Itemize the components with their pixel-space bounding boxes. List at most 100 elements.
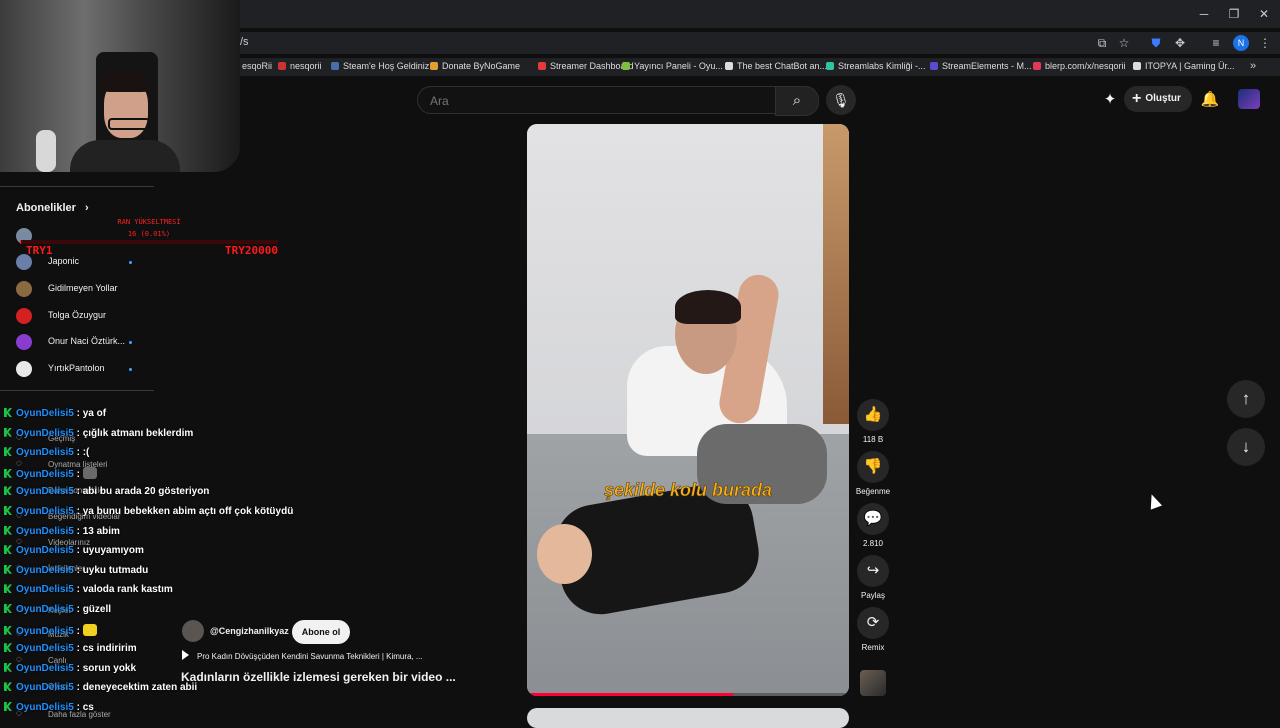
channel-avatar [16,334,32,351]
close-icon[interactable]: ✕ [1256,6,1272,22]
rank-start-label: TRY1 [26,244,53,257]
bookmark-item[interactable]: Streamer Dashboard [538,61,634,71]
chat-username: OyunDelisi5 [16,682,74,694]
video-person-hair [675,290,741,324]
subscription-name: Tolga Özuygur [48,309,107,320]
profile-avatar[interactable]: N [1233,35,1249,51]
bookmark-item[interactable]: Streamlabs Kimliği -... [826,61,926,71]
glasses [108,118,150,130]
bookmark-item[interactable]: blerp.com/x/nesqorii [1033,61,1126,71]
chat-username: OyunDelisi5 [16,447,74,459]
subscription-name: YırtıkPantolon [48,363,105,374]
channel-name[interactable]: @Cengizhanilkyaz [210,626,289,636]
plus-icon: + [1132,90,1142,107]
browser-menu-icon[interactable]: ⋮ [1257,35,1273,51]
chat-username: OyunDelisi5 [16,625,74,637]
video-progress-bar[interactable] [527,693,849,696]
sidebar-subscription[interactable]: YırtıkPantolon [16,361,156,381]
bookmark-favicon-icon [725,62,733,70]
channel-avatar [16,280,32,297]
chat-message: OyunDelisi5 : ya of [4,408,324,426]
bookmarks-bar: esqoRii nesqorii Steam'e Hoş Geldiniz Donat… [230,58,1280,76]
previous-short-button[interactable]: ↑ [1227,380,1265,418]
sidebar-subscription[interactable]: Gidilmeyen Yollar [16,280,156,301]
bookmark-star-icon[interactable]: ☆ [1116,35,1132,51]
notifications-bell-icon[interactable]: 🔔 [1199,89,1221,111]
search-box[interactable] [417,86,777,114]
share-button[interactable]: ↪ Paylaş [857,555,889,600]
extensions-puzzle-icon[interactable]: ✥ [1172,35,1188,51]
address-bar[interactable]: /s ⧉ ☆ ⛊ ✥ ≡ N ⋮ [230,32,1280,54]
mouse-cursor [1145,492,1163,510]
next-short-button[interactable]: ↓ [1227,428,1265,466]
search-button[interactable]: ⌕ [775,86,819,116]
voice-search-button[interactable]: 🎙 [826,85,856,115]
chat-username: OyunDelisi5 [16,662,74,674]
chat-message: OyunDelisi5 : cs [4,702,324,720]
sidebar-divider [0,186,154,187]
bookmark-item[interactable]: Donate ByNoGame [430,61,520,71]
microphone-icon: 🎙 [832,92,850,108]
media-control-icon[interactable]: ≡ [1208,35,1224,51]
extension-shield-icon[interactable]: ⛊ [1148,35,1164,51]
kick-badge-icon [4,506,12,515]
bookmark-label: ITOPYA | Gaming Ür... [1145,61,1235,71]
bookmark-label: Donate ByNoGame [442,61,521,71]
account-avatar[interactable] [1238,89,1260,109]
chat-text: güzell [82,604,112,615]
bookmark-favicon-icon [622,62,630,70]
chat-separator: : [73,682,83,694]
install-app-icon[interactable]: ⧉ [1094,35,1110,51]
bookmark-item[interactable]: Yayıncı Paneli - Oyu... [622,61,723,71]
microphone [36,130,56,172]
related-video-link[interactable]: Pro Kadın Dövüşçüden Kendini Savunma Tek… [182,650,423,661]
create-button[interactable]: + Oluştur [1124,86,1192,112]
chat-separator: : [73,408,83,419]
dislike-button[interactable]: 👎 Beğenme [856,451,890,496]
chat-text: ya bunu bebekken abim açtı off çok kötüy… [82,506,294,517]
sidebar-subscription[interactable]: Onur Naci Öztürk... [16,334,156,354]
sidebar-subscription[interactable]: Tolga Özuygur [16,307,156,328]
bookmark-item[interactable]: The best ChatBot an... [725,61,827,71]
subscriptions-heading[interactable]: Abonelikler › [16,202,89,214]
chat-separator: : [73,604,83,615]
chat-text: çığlık atmanı beklerdim [82,427,194,439]
bookmark-favicon-icon [1133,62,1141,70]
minimize-icon[interactable]: ─ [1196,6,1212,22]
chat-separator: : [73,584,83,596]
like-button[interactable]: 👍 118 B [857,399,889,444]
rank-progress-text: 16 (0.01%) [127,230,171,238]
short-video-player[interactable]: şekilde kolu burada [527,124,849,696]
channel-avatar[interactable] [182,620,204,642]
comments-label: 2.810 [862,539,884,548]
sparkle-icon[interactable]: ✦ [1099,89,1121,111]
chevron-right-icon: › [84,202,89,214]
bookmark-label: Streamlabs Kimliği -... [838,61,926,71]
chat-message: OyunDelisi5 : abi bu arada 20 gösteriyon [4,486,324,504]
next-short-preview[interactable] [527,708,849,728]
search-input[interactable] [428,91,762,111]
subscribe-button[interactable]: Abone ol [292,620,350,644]
remix-button[interactable]: ⟳ Remix [857,607,889,652]
more-bookmarks-icon[interactable]: » [1250,60,1256,72]
bookmark-item[interactable]: ITOPYA | Gaming Ür... [1133,61,1235,71]
restore-icon[interactable]: ❐ [1226,6,1242,22]
bookmark-item[interactable]: nesqorii [278,61,322,71]
bookmark-item[interactable]: StreamElements - M... [930,61,1032,71]
chat-message: OyunDelisi5 : uyku tutmadu [4,564,324,583]
webcam-overlay [0,0,240,172]
short-title[interactable]: Kadınların özellikle izlemesi gereken bi… [181,670,456,684]
sound-thumbnail[interactable] [860,670,886,696]
url-text: /s [240,36,249,48]
chat-message: OyunDelisi5 : [4,466,324,485]
comments-button[interactable]: 💬 2.810 [857,503,889,548]
video-caption: şekilde kolu burada [603,480,773,501]
bookmark-favicon-icon [930,62,938,70]
streamer-hair [100,72,152,92]
bookmark-item[interactable]: Steam'e Hoş Geldiniz [331,61,429,71]
video-door [823,124,849,424]
chat-username: OyunDelisi5 [16,525,74,537]
kick-badge-icon [4,662,12,672]
chat-text: uyuyamıyom [82,545,144,557]
chat-username: OyunDelisi5 [16,584,74,596]
